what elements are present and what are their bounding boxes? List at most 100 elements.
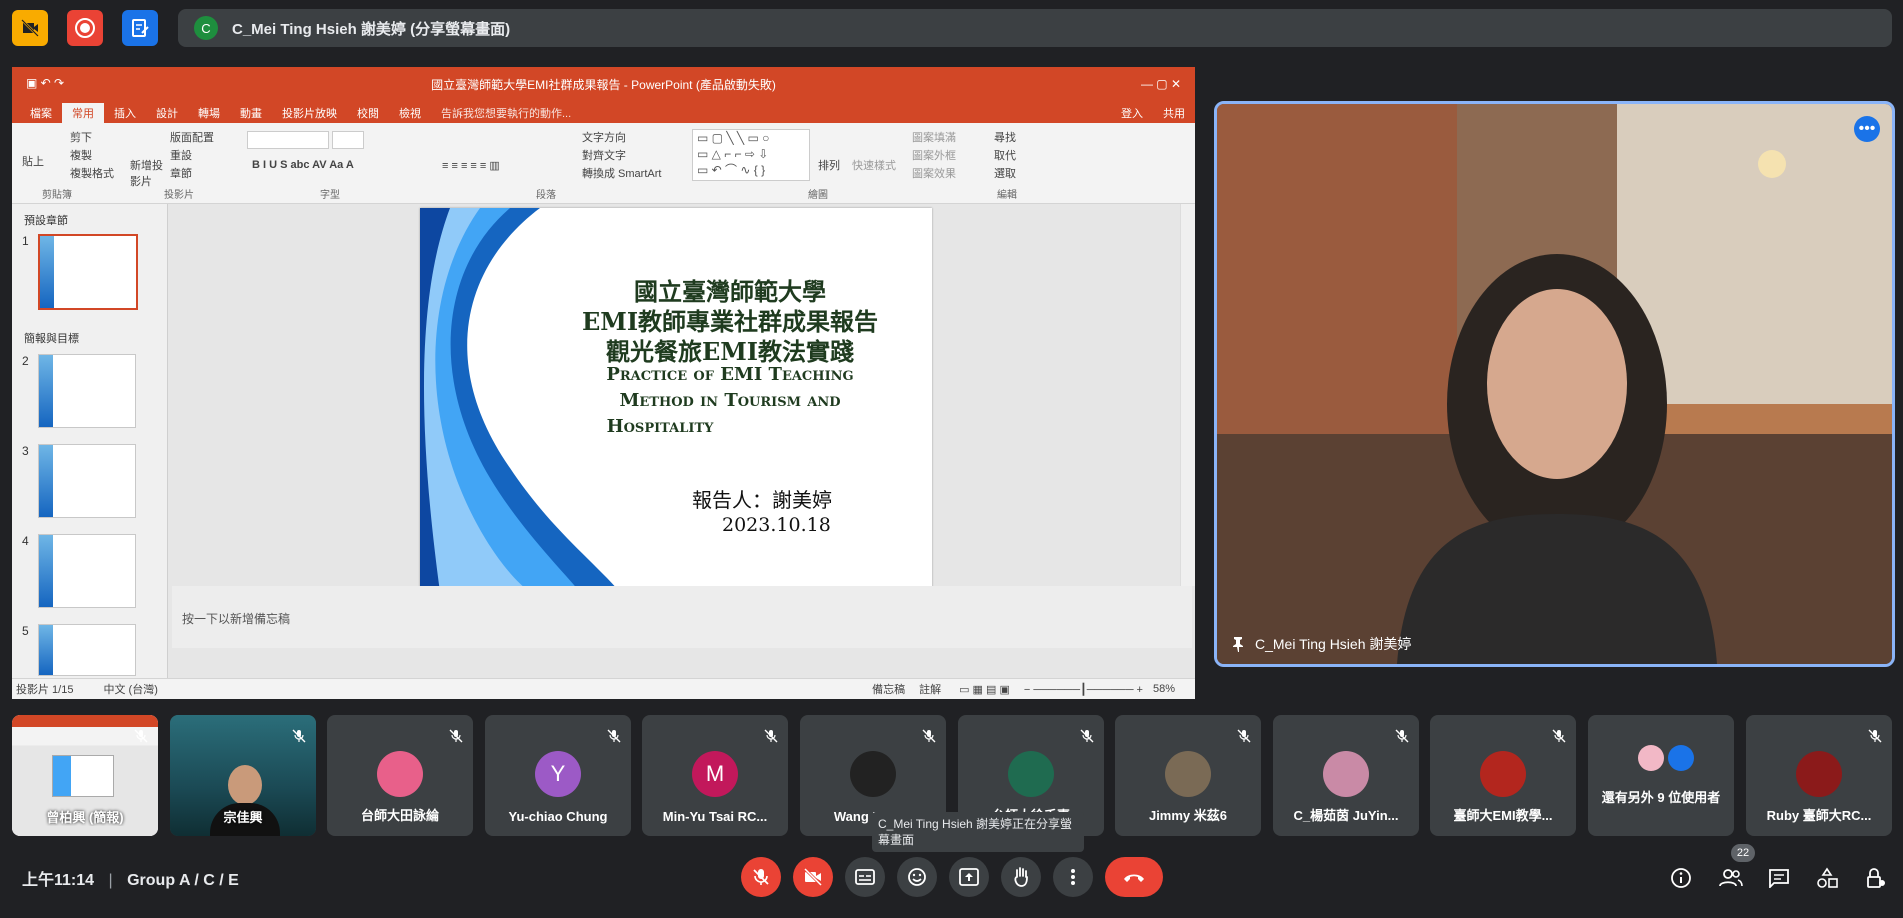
participant-tile[interactable]: C_楊茹茵 JuYin...	[1273, 715, 1419, 836]
people-button[interactable]	[1718, 865, 1744, 891]
zoom-level[interactable]: 58%	[1153, 683, 1175, 695]
zoom-slider[interactable]: − ──────┃────── +	[1024, 683, 1143, 696]
slide-thumbnail-4[interactable]	[38, 534, 136, 608]
shape-outline-button[interactable]: 圖案外框	[912, 147, 956, 163]
share-button[interactable]: 共用	[1153, 103, 1195, 123]
mic-muted-icon	[1237, 729, 1251, 743]
tab-insert[interactable]: 插入	[104, 103, 146, 123]
slide-thumbnail-5[interactable]	[38, 624, 136, 676]
group-editing: 編輯	[997, 190, 1017, 201]
participant-avatar	[377, 751, 423, 797]
shapes-icon	[1817, 867, 1838, 888]
align-text-button[interactable]: 對齊文字	[582, 147, 626, 163]
tab-file[interactable]: 檔案	[20, 103, 62, 123]
tab-slideshow[interactable]: 投影片放映	[272, 103, 347, 123]
cut-button[interactable]: 剪下	[70, 129, 92, 145]
reset-button[interactable]: 重設	[170, 147, 192, 163]
shape-effects-button[interactable]: 圖案效果	[912, 165, 956, 181]
presenter-avatar: C	[194, 16, 218, 40]
meeting-details-button[interactable]	[1668, 865, 1694, 891]
more-options-button[interactable]	[1053, 857, 1093, 897]
slide-thumbnail-1[interactable]	[38, 234, 138, 310]
record-button[interactable]	[67, 10, 103, 46]
section-button[interactable]: 章節	[170, 165, 192, 181]
presenter-banner: C C_Mei Ting Hsieh 謝美婷 (分享螢幕畫面)	[178, 9, 1892, 47]
mic-muted-icon	[1868, 729, 1882, 743]
participant-tile[interactable]: 臺師大EMI教學...	[1430, 715, 1576, 836]
participant-name: Ruby 臺師大RC...	[1766, 808, 1872, 823]
host-controls-button[interactable]	[1862, 865, 1888, 891]
raise-hand-button[interactable]	[1001, 857, 1041, 897]
shapes-gallery[interactable]: ▭ ▢ ╲ ╲ ▭ ○ ▭ △ ⌐ ⌐ ⇨ ⇩ ▭ ↶ ⌒ ∿ { }	[692, 129, 810, 181]
select-button[interactable]: 選取	[994, 165, 1016, 181]
mic-toggle-button[interactable]	[741, 857, 781, 897]
vertical-scrollbar[interactable]	[1180, 204, 1195, 586]
notes-button[interactable]	[122, 10, 158, 46]
participant-tile[interactable]: Jimmy 米茲6	[1115, 715, 1261, 836]
paragraph-icons[interactable]: ≡ ≡ ≡ ≡ ≡ ▥	[442, 159, 500, 172]
new-slide-button[interactable]: 新增投影片	[130, 157, 170, 189]
replace-button[interactable]: 取代	[994, 147, 1016, 163]
quick-styles-button[interactable]: 快速樣式	[852, 157, 896, 173]
font-name-box[interactable]	[247, 131, 329, 149]
group-slides: 投影片	[164, 190, 194, 201]
format-painter-button[interactable]: 複製格式	[70, 165, 114, 181]
tell-me-search[interactable]: 告訴我您想要執行的動作...	[431, 103, 581, 123]
camera-toggle-button[interactable]	[793, 857, 833, 897]
copy-button[interactable]: 複製	[70, 147, 92, 163]
participant-tile[interactable]: Ruby 臺師大RC...	[1746, 715, 1892, 836]
reactions-button[interactable]	[897, 857, 937, 897]
tab-transitions[interactable]: 轉場	[188, 103, 230, 123]
paste-button[interactable]: 貼上	[22, 153, 44, 169]
slide-thumbnail-2[interactable]	[38, 354, 136, 428]
participant-tile[interactable]: 台師大田詠綸	[327, 715, 473, 836]
pin-icon[interactable]	[1231, 636, 1245, 652]
participant-tile[interactable]: 還有另外 9 位使用者	[1588, 715, 1734, 836]
participant-tile[interactable]: 宗佳興	[170, 715, 316, 836]
section-default[interactable]: 預設章節	[24, 212, 68, 228]
layout-button[interactable]: 版面配置	[170, 129, 214, 145]
section-goals[interactable]: 簡報與目標	[24, 330, 79, 346]
activities-button[interactable]	[1814, 865, 1840, 891]
group-drawing: 繪圖	[808, 190, 828, 201]
shape-fill-button[interactable]: 圖案填滿	[912, 129, 956, 145]
smartart-button[interactable]: 轉換成 SmartArt	[582, 165, 661, 181]
comments-toggle[interactable]: 註解	[919, 681, 941, 697]
participant-tile[interactable]: Y Yu-chiao Chung	[485, 715, 631, 836]
slide-english-2: Method in Tourism and	[619, 390, 841, 411]
font-format-icons[interactable]: B I U S abc AV Aa A	[252, 159, 354, 171]
leave-call-button[interactable]	[1105, 857, 1163, 897]
text-direction-button[interactable]: 文字方向	[582, 129, 626, 145]
tab-review[interactable]: 校閱	[347, 103, 389, 123]
lock-person-icon	[1867, 868, 1885, 888]
arrange-button[interactable]: 排列	[818, 157, 840, 173]
slide-thumbnail-3[interactable]	[38, 444, 136, 518]
chat-icon	[1769, 869, 1789, 888]
speaker-video-tile[interactable]: ••• C_Mei Ting Hsieh 謝美婷	[1214, 101, 1895, 667]
tab-home[interactable]: 常用	[62, 103, 104, 123]
view-icons[interactable]: ▭ ▦ ▤ ▣	[959, 683, 1010, 696]
find-button[interactable]: 尋找	[994, 129, 1016, 145]
chat-button[interactable]	[1766, 865, 1792, 891]
recording-off-button[interactable]	[12, 10, 48, 46]
participant-tile[interactable]: M Min-Yu Tsai RC...	[642, 715, 788, 836]
tab-animations[interactable]: 動畫	[230, 103, 272, 123]
notes-toggle[interactable]: 備忘稿	[872, 681, 905, 697]
font-size-box[interactable]	[332, 131, 364, 149]
shared-screen: 國立臺灣師範大學EMI社群成果報告 - PowerPoint (產品啟動失敗) …	[12, 67, 1195, 699]
more-options-icon[interactable]: •••	[1854, 116, 1880, 142]
mic-muted-icon	[922, 729, 936, 743]
record-icon	[75, 18, 95, 38]
tab-design[interactable]: 設計	[146, 103, 188, 123]
participant-tile[interactable]: 曾柏興 (簡報)	[12, 715, 158, 836]
current-time: 上午11:14	[22, 872, 95, 889]
participant-name: 還有另外 9 位使用者	[1601, 790, 1721, 805]
captions-button[interactable]	[845, 857, 885, 897]
present-button[interactable]	[949, 857, 989, 897]
window-controls-icon[interactable]: — ▢ ✕	[1141, 77, 1181, 91]
notes-pane[interactable]: 按一下以新增備忘稿	[172, 586, 1192, 648]
save-icon[interactable]: ▣ ↶ ↷	[26, 76, 64, 90]
tab-view[interactable]: 檢視	[389, 103, 431, 123]
current-slide[interactable]: 國立臺灣師範大學 EMI教師專業社群成果報告 觀光餐旅EMI教法實踐 Pract…	[420, 208, 932, 592]
signin-link[interactable]: 登入	[1111, 103, 1153, 123]
